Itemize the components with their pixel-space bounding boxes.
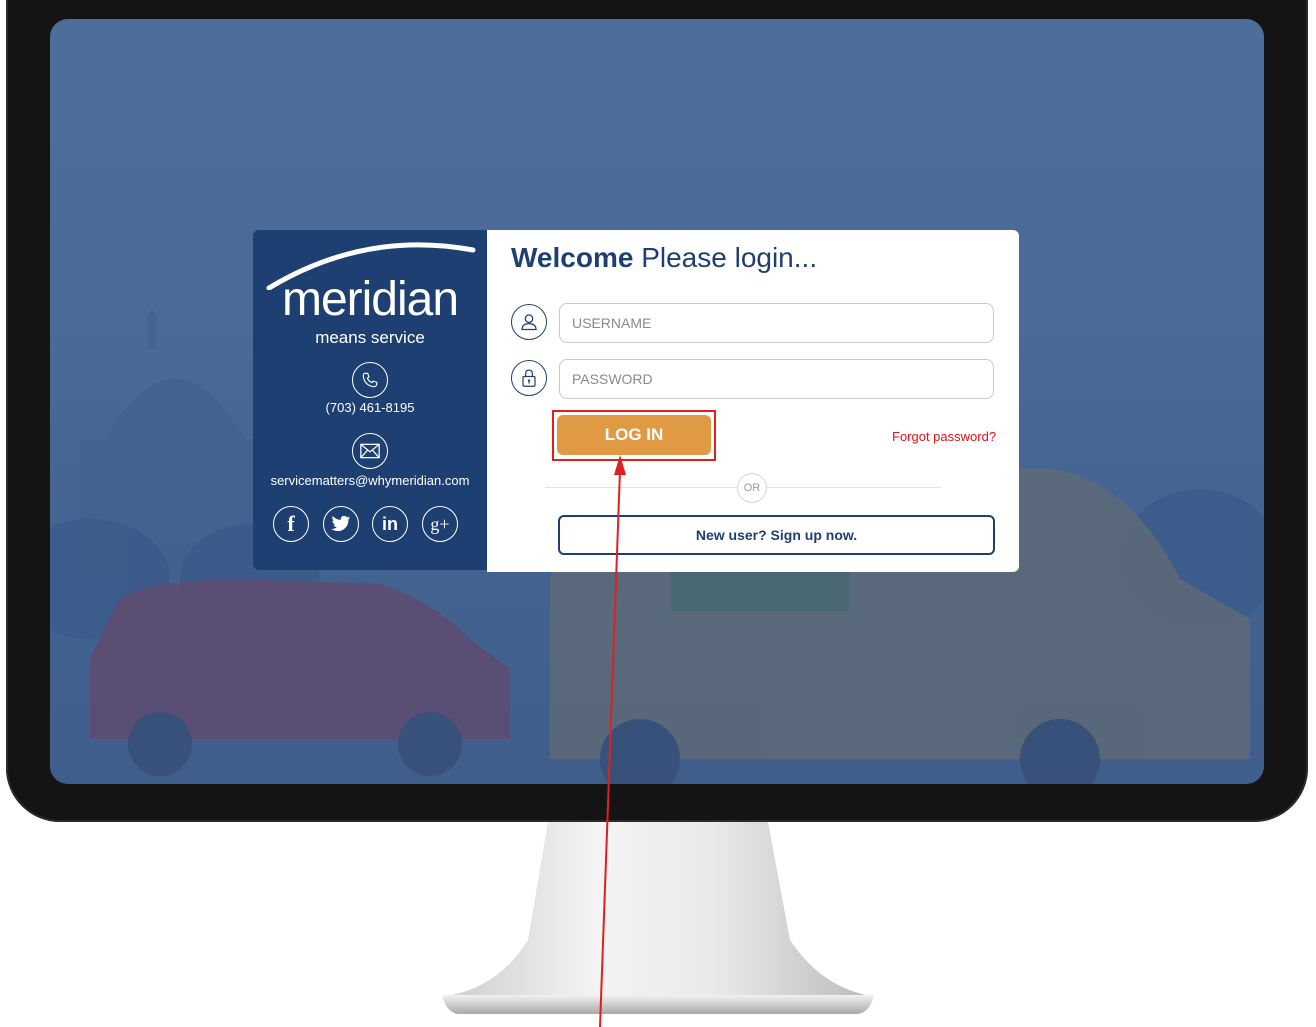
facebook-icon[interactable]: f bbox=[273, 506, 309, 542]
google-plus-icon[interactable]: g+ bbox=[422, 506, 458, 542]
google-plus-glyph: g+ bbox=[430, 513, 450, 534]
forgot-password-link[interactable]: Forgot password? bbox=[892, 429, 996, 444]
or-label: OR bbox=[737, 473, 767, 503]
logo-tagline: means service bbox=[315, 328, 425, 347]
signup-button[interactable]: New user? Sign up now. bbox=[558, 515, 995, 555]
user-icon bbox=[511, 304, 547, 340]
linkedin-glyph: in bbox=[382, 513, 398, 534]
logo-text: meridian bbox=[281, 273, 459, 326]
twitter-icon[interactable] bbox=[323, 506, 359, 542]
password-placeholder: PASSWORD bbox=[572, 371, 653, 387]
welcome-subtitle: Please login... bbox=[641, 242, 818, 273]
twitter-bird bbox=[331, 515, 351, 532]
monitor-screen: meridian means service (703) 461-8195 se… bbox=[50, 19, 1264, 784]
email-address[interactable]: servicematters@whymeridian.com bbox=[253, 473, 487, 488]
password-input[interactable]: PASSWORD bbox=[559, 359, 994, 399]
lock-icon bbox=[511, 360, 547, 396]
username-placeholder: USERNAME bbox=[572, 315, 652, 331]
phone-number[interactable]: (703) 461-8195 bbox=[253, 400, 487, 415]
welcome-bold: Welcome bbox=[511, 242, 634, 273]
facebook-glyph: f bbox=[287, 511, 295, 536]
username-input[interactable]: USERNAME bbox=[559, 303, 994, 343]
login-form: Welcome Please login... USERNAME PASSWOR… bbox=[487, 230, 1019, 572]
page-title: Welcome Please login... bbox=[511, 242, 817, 274]
annotation-highlight bbox=[552, 410, 716, 461]
brand-panel: meridian means service (703) 461-8195 se… bbox=[253, 230, 487, 570]
mail-icon bbox=[352, 433, 388, 469]
phone-icon bbox=[352, 362, 388, 398]
linkedin-icon[interactable]: in bbox=[372, 506, 408, 542]
